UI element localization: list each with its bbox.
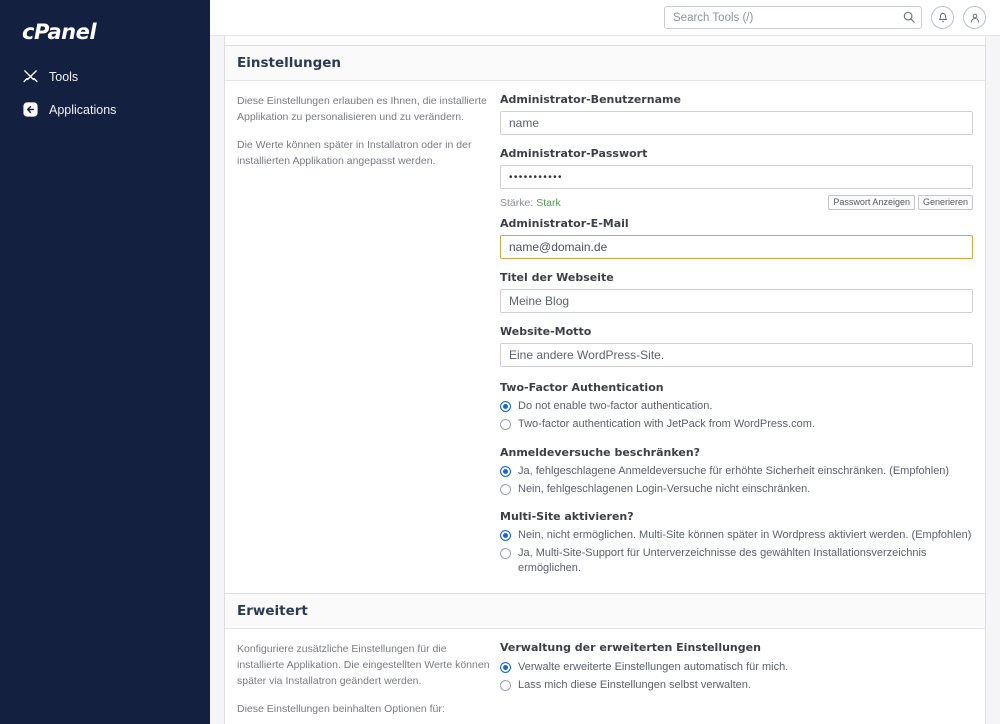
settings-panel-header: Einstellungen xyxy=(225,46,985,81)
user-icon xyxy=(970,13,979,22)
password-strength-value: Stark xyxy=(536,196,561,209)
advanced-panel: Erweitert Konfiguriere zusätzliche Einst… xyxy=(224,592,986,724)
two-factor-option-disable[interactable]: Do not enable two-factor authentication. xyxy=(500,399,973,414)
admin-email-input[interactable] xyxy=(500,235,973,259)
advanced-option-manual[interactable]: Lass mich diese Einstellungen selbst ver… xyxy=(500,678,973,693)
site-motto-label: Website-Motto xyxy=(500,325,592,338)
advanced-form-column: Verwaltung der erweiterten Einstellungen… xyxy=(500,641,975,724)
admin-username-label: Administrator-Benutzername xyxy=(500,93,681,106)
advanced-option-automatic[interactable]: Verwalte erweiterte Einstellungen automa… xyxy=(500,660,973,675)
radio-indicator xyxy=(500,401,511,412)
settings-panel-body: Diese Einstellungen erlauben es Ihnen, d… xyxy=(225,81,985,593)
radio-label: Lass mich diese Einstellungen selbst ver… xyxy=(518,678,751,691)
sidebar-item-tools[interactable]: Tools xyxy=(0,60,210,93)
advanced-description-2: Diese Einstellungen beinhalten Optionen … xyxy=(237,702,445,715)
radio-label: Ja, Multi-Site-Support für Unterverzeich… xyxy=(518,547,927,575)
admin-password-input[interactable] xyxy=(500,165,973,189)
password-meta-row: Stärke: Stark Passwort Anzeigen Generier… xyxy=(500,194,973,211)
advanced-description-column: Konfiguriere zusätzliche Einstellungen f… xyxy=(235,641,500,724)
login-attempts-option-no[interactable]: Nein, fehlgeschlagenen Login-Versuche ni… xyxy=(500,482,973,497)
advanced-description-1: Konfiguriere zusätzliche Einstellungen f… xyxy=(237,642,490,688)
admin-email-label: Administrator-E-Mail xyxy=(500,217,629,230)
radio-indicator xyxy=(500,661,511,673)
account-button[interactable] xyxy=(963,6,986,29)
radio-label: Do not enable two-factor authentication. xyxy=(518,400,713,412)
advanced-panel-body: Konfiguriere zusätzliche Einstellungen f… xyxy=(225,629,985,724)
admin-password-label: Administrator-Passwort xyxy=(500,147,648,160)
radio-label: Ja, fehlgeschlagene Anmeldeversuche für … xyxy=(518,464,950,477)
cpanel-logo[interactable]: cPanel xyxy=(0,16,210,60)
radio-indicator xyxy=(500,679,511,691)
applications-icon xyxy=(23,102,38,117)
advanced-panel-title: Erweitert xyxy=(237,602,308,619)
password-actions: Passwort Anzeigen Generieren xyxy=(828,194,973,211)
multisite-option-no[interactable]: Nein, nicht ermöglichen. Multi-Site könn… xyxy=(500,528,973,543)
radio-label: Nein, fehlgeschlagenen Login-Versuche ni… xyxy=(518,482,811,495)
password-strength-label: Stärke: xyxy=(500,196,534,209)
sidebar-item-label: Applications xyxy=(49,102,117,117)
main-area: Einstellungen Diese Einstellungen erlaub… xyxy=(210,0,1000,724)
radio-indicator xyxy=(500,418,511,430)
two-factor-option-jetpack[interactable]: Two-factor authentication with JetPack f… xyxy=(500,417,973,432)
settings-description-column: Diese Einstellungen erlauben es Ihnen, d… xyxy=(235,93,500,579)
advanced-management-label: Verwaltung der erweiterten Einstellungen xyxy=(500,640,761,654)
radio-indicator xyxy=(500,465,511,477)
radio-indicator xyxy=(500,483,511,495)
login-attempts-label: Anmeldeversuche beschränken? xyxy=(500,445,701,459)
login-attempts-option-yes[interactable]: Ja, fehlgeschlagene Anmeldeversuche für … xyxy=(500,464,973,479)
radio-label: Two-factor authentication with JetPack f… xyxy=(518,417,815,430)
multisite-label: Multi-Site aktivieren? xyxy=(500,510,634,524)
settings-panel-title: Einstellungen xyxy=(237,55,342,71)
settings-panel: Einstellungen Diese Einstellungen erlaub… xyxy=(224,45,986,593)
settings-description-1: Diese Einstellungen erlauben es Ihnen, d… xyxy=(237,95,487,124)
site-title-input[interactable] xyxy=(500,289,973,313)
radio-label: Nein, nicht ermöglichen. Multi-Site könn… xyxy=(518,529,972,542)
settings-description-2: Die Werte können später in Installatron … xyxy=(237,138,472,167)
search-container xyxy=(664,6,922,29)
radio-indicator xyxy=(500,530,511,542)
top-bar xyxy=(210,0,1000,36)
bell-icon xyxy=(938,12,947,22)
password-strength: Stärke: Stark xyxy=(500,197,561,209)
search-input[interactable] xyxy=(664,6,922,29)
previous-panel-partial xyxy=(224,36,986,45)
radio-label: Verwalte erweiterte Einstellungen automa… xyxy=(518,660,789,673)
sidebar: cPanel Tools Applications xyxy=(0,0,210,724)
advanced-panel-header: Erweitert xyxy=(225,593,985,629)
sidebar-item-applications[interactable]: Applications xyxy=(0,93,210,126)
site-motto-input[interactable] xyxy=(500,343,973,367)
notifications-button[interactable] xyxy=(931,6,954,29)
generate-password-button[interactable]: Generieren xyxy=(917,194,973,211)
radio-indicator xyxy=(500,548,511,560)
settings-form-column: Administrator-Benutzername Administrator… xyxy=(500,93,975,579)
two-factor-label: Two-Factor Authentication xyxy=(500,381,664,394)
show-password-button[interactable]: Passwort Anzeigen xyxy=(828,194,915,211)
app-root: cPanel Tools Applications Search Tools (… xyxy=(0,0,1000,724)
content-scroll-area: Einstellungen Diese Einstellungen erlaub… xyxy=(210,36,1000,724)
admin-username-input[interactable] xyxy=(500,111,973,135)
sidebar-item-label: Tools xyxy=(49,69,79,84)
site-title-label: Titel der Webseite xyxy=(500,271,614,284)
tools-icon xyxy=(23,70,38,83)
multisite-option-yes[interactable]: Ja, Multi-Site-Support für Unterverzeich… xyxy=(500,546,973,576)
